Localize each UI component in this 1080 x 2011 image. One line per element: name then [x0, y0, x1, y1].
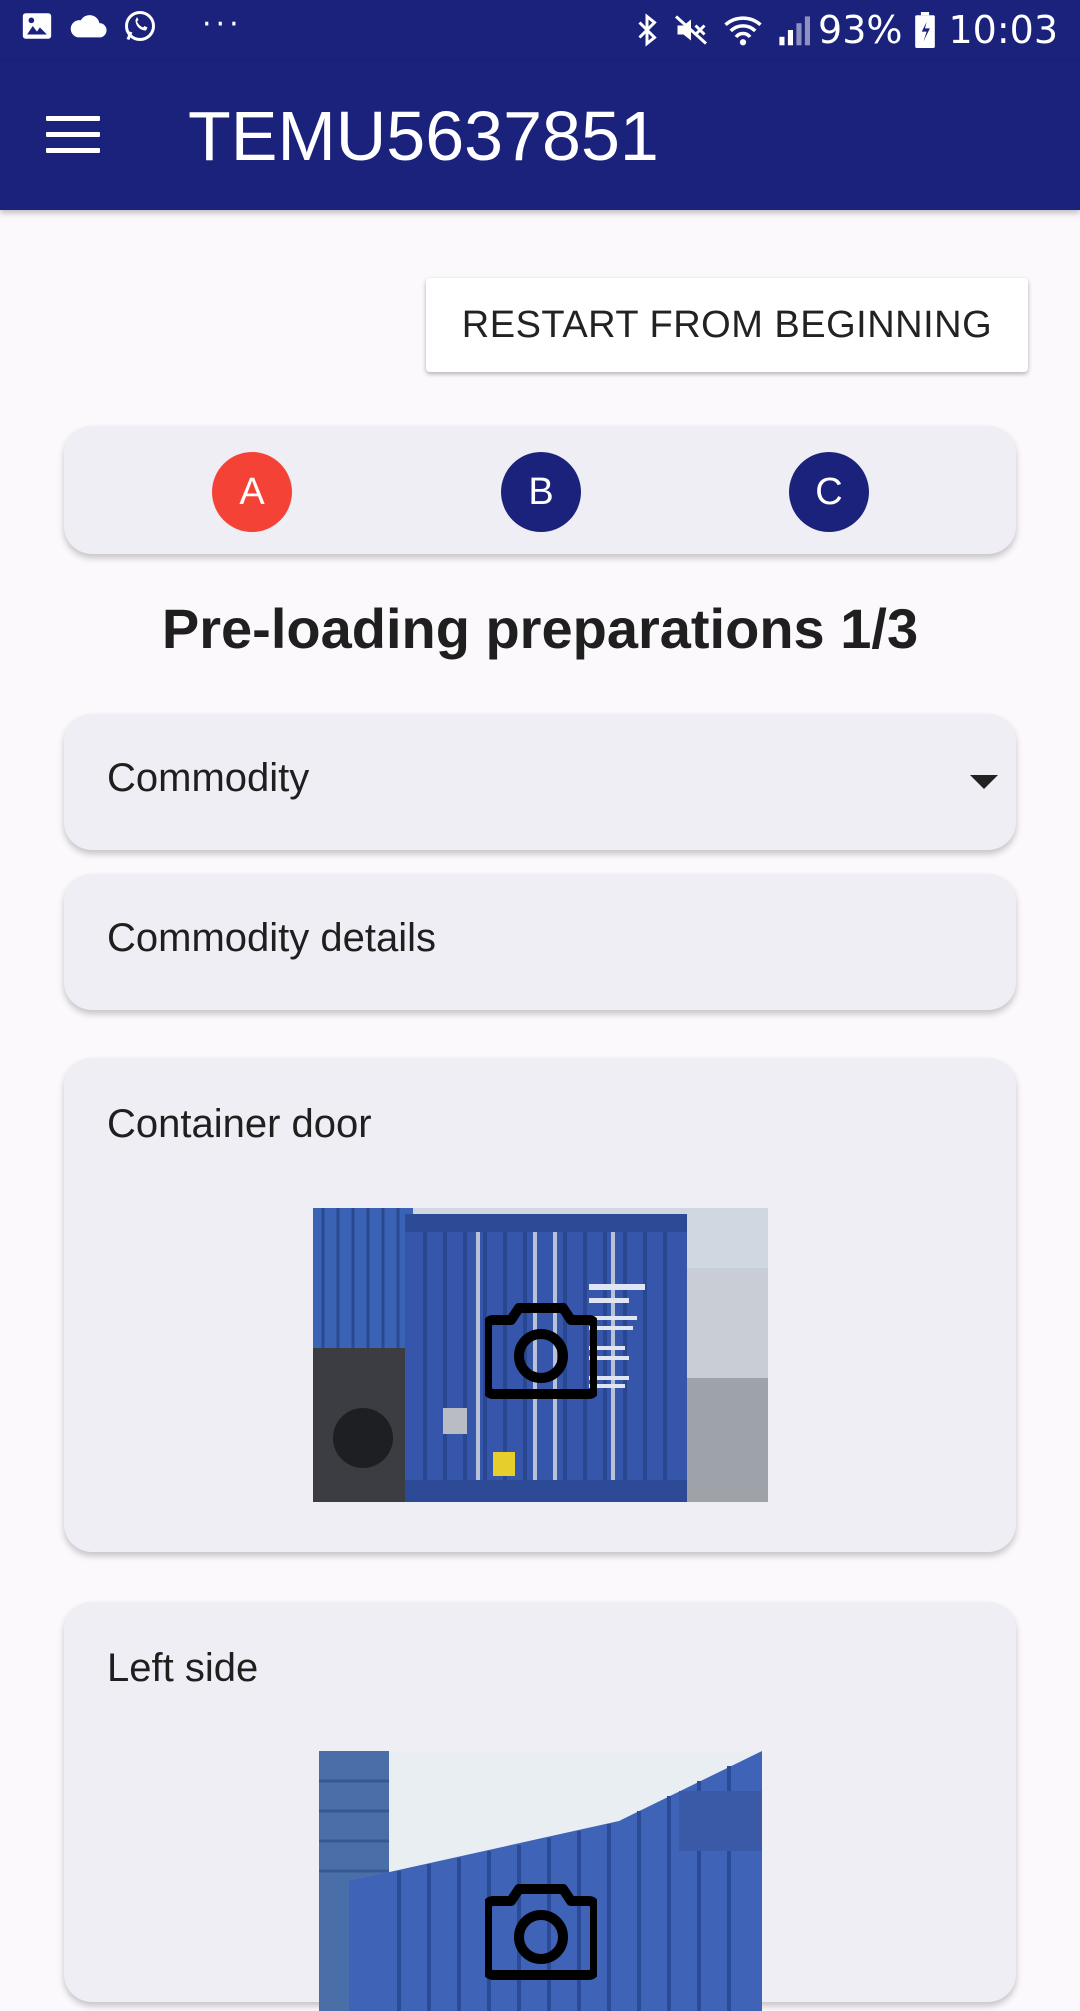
page-title: TEMU5637851 [188, 97, 659, 175]
stepper: A B C [64, 426, 1016, 554]
status-right: 93% 10:03 [622, 8, 1058, 52]
restart-from-beginning-button[interactable]: RESTART FROM BEGINNING [426, 278, 1028, 372]
section-title: Pre-loading preparations 1/3 [161, 597, 919, 660]
left-side-photo[interactable] [319, 1751, 762, 2011]
menu-icon[interactable] [46, 116, 100, 156]
bluetooth-icon [638, 13, 657, 47]
clock: 10:03 [948, 8, 1058, 52]
app-bar: TEMU5637851 [0, 62, 1080, 210]
camera-icon [484, 1303, 597, 1399]
step-c[interactable]: C [789, 452, 869, 532]
more-notifications: ··· [202, 6, 243, 42]
step-a[interactable]: A [212, 452, 292, 532]
commodity-details-field[interactable]: Commodity details [64, 874, 1016, 1010]
commodity-dropdown[interactable]: Commodity [64, 714, 1016, 850]
step-b[interactable]: B [501, 452, 581, 532]
wifi-icon [724, 16, 762, 46]
left-side-card: Left side [64, 1602, 1016, 2011]
whatsapp-icon [125, 11, 155, 41]
left-side-label: Left side [107, 1646, 259, 1690]
camera-icon [484, 1884, 597, 1980]
container-door-photo[interactable] [313, 1208, 768, 1502]
signal-icon [779, 16, 811, 46]
dropdown-arrow-icon [970, 775, 998, 789]
container-door-label: Container door [107, 1102, 372, 1146]
commodity-details-label: Commodity details [107, 916, 437, 960]
mute-icon [675, 15, 708, 45]
commodity-label: Commodity [107, 756, 310, 800]
container-door-card: Container door [64, 1058, 1016, 1552]
cloud-icon [70, 15, 107, 38]
gallery-icon [22, 13, 52, 39]
status-bar: ··· 93% 10:03 [0, 0, 1080, 62]
battery-percent: 93% [818, 8, 903, 52]
status-left: ··· [20, 6, 243, 44]
battery-icon [915, 12, 936, 48]
